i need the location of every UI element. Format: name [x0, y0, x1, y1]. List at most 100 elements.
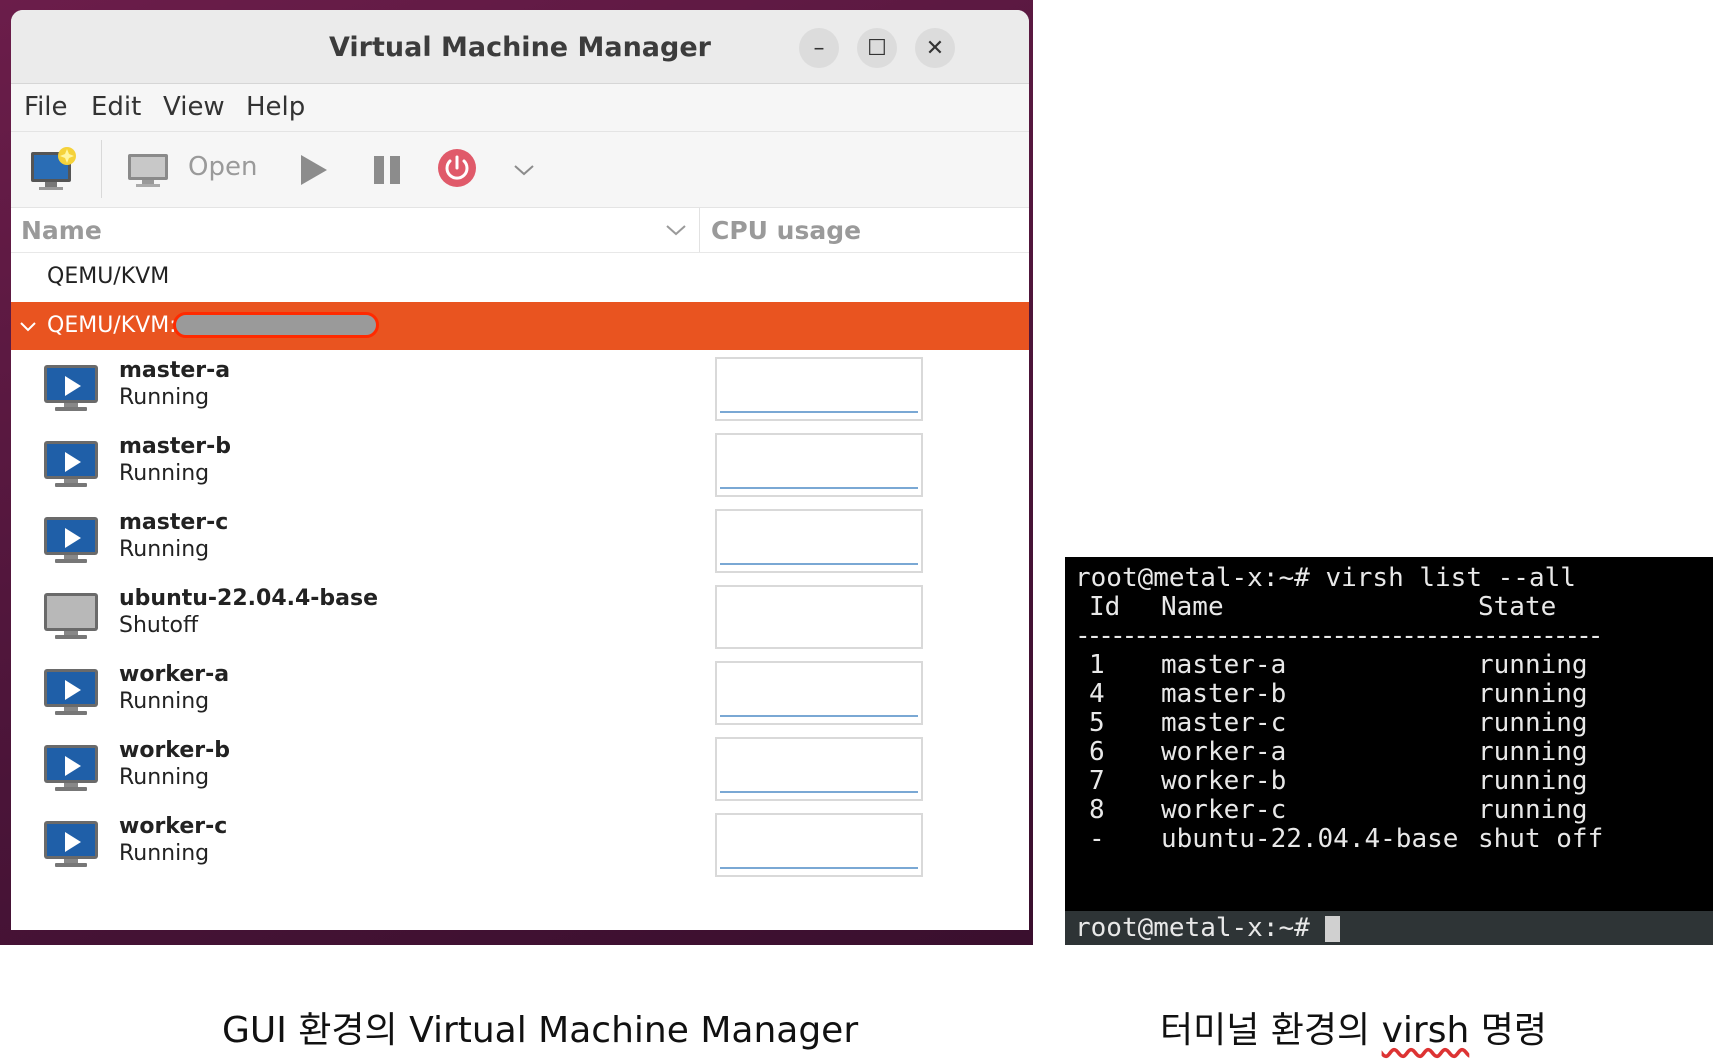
shutdown-menu-button[interactable]	[513, 162, 535, 181]
header-name: Name	[1161, 592, 1224, 622]
terminal-cell-id: 1	[1089, 650, 1105, 680]
cpu-usage-line	[720, 487, 918, 489]
terminal-command-line: root@metal-x:~# virsh list --all	[1075, 563, 1576, 593]
terminal-cell-id: -	[1089, 824, 1105, 854]
menu-help[interactable]: Help	[246, 92, 305, 122]
terminal-cell-id: 5	[1089, 708, 1105, 738]
menu-view[interactable]: View	[163, 92, 225, 122]
terminal-cell-state: running	[1478, 737, 1588, 767]
vm-name: worker-a	[119, 662, 230, 687]
connection-row[interactable]: QEMU/KVM	[11, 253, 1029, 302]
chevron-down-icon	[514, 165, 534, 176]
monitor-icon	[128, 154, 168, 187]
vm-name: worker-b	[119, 738, 230, 763]
sort-chevron-icon[interactable]	[665, 222, 687, 241]
cpu-usage-graph	[715, 585, 923, 649]
close-button[interactable]: ✕	[915, 28, 955, 68]
terminal-prompt-bar: root@metal-x:~#	[1065, 911, 1713, 945]
cpu-usage-line	[720, 411, 918, 413]
vm-running-icon	[44, 745, 98, 791]
vm-name: master-c	[119, 510, 229, 535]
new-vm-button[interactable]	[29, 146, 79, 196]
vm-name: worker-c	[119, 814, 228, 839]
vm-row[interactable]: master-a Running	[11, 354, 1029, 424]
cpu-usage-graph	[715, 509, 923, 573]
connection-label: QEMU/KVM:	[47, 313, 177, 338]
cpu-column-header[interactable]: CPU usage	[711, 216, 861, 245]
expander-chevron-icon[interactable]	[19, 318, 37, 337]
play-icon	[301, 155, 327, 185]
terminal-cell-name: worker-a	[1161, 737, 1287, 767]
power-icon	[438, 149, 476, 187]
terminal-cell-state: running	[1478, 650, 1588, 680]
terminal-cell-state: running	[1478, 679, 1588, 709]
terminal-cell-name: master-c	[1161, 708, 1287, 738]
vmm-window: Virtual Machine Manager – ☐ ✕ File Edit …	[11, 10, 1029, 930]
open-button[interactable]	[127, 152, 169, 192]
vm-status: Running	[119, 765, 210, 790]
vm-running-icon	[44, 441, 98, 487]
vm-row[interactable]: master-b Running	[11, 430, 1029, 500]
menu-edit[interactable]: Edit	[91, 92, 141, 122]
minimize-button[interactable]: –	[799, 28, 839, 68]
terminal-cell-name: master-a	[1161, 650, 1287, 680]
connection-label: QEMU/KVM	[47, 264, 170, 289]
name-column-header[interactable]: Name	[21, 216, 102, 245]
vm-shutoff-icon	[44, 593, 98, 639]
vm-status: Running	[119, 461, 210, 486]
cpu-usage-line	[720, 867, 918, 869]
maximize-button[interactable]: ☐	[857, 28, 897, 68]
vm-row[interactable]: worker-c Running	[11, 810, 1029, 880]
terminal-cell-state: running	[1478, 766, 1588, 796]
cpu-usage-graph	[715, 357, 923, 421]
terminal-cell-name: worker-c	[1161, 795, 1287, 825]
cpu-usage-graph	[715, 737, 923, 801]
vm-running-icon	[44, 517, 98, 563]
terminal-cell-id: 6	[1089, 737, 1105, 767]
terminal-cell-id: 8	[1089, 795, 1105, 825]
vm-name: ubuntu-22.04.4-base	[119, 586, 379, 611]
open-label[interactable]: Open	[188, 152, 257, 182]
cpu-usage-graph	[715, 433, 923, 497]
terminal-cell-name: ubuntu-22.04.4-base	[1161, 824, 1459, 854]
toolbar-separator	[101, 140, 102, 198]
header-state: State	[1478, 592, 1557, 622]
column-divider	[699, 208, 700, 252]
toolbar: Open	[11, 132, 1029, 208]
menu-file[interactable]: File	[24, 92, 68, 122]
vm-status: Running	[119, 385, 210, 410]
menu-bar: File Edit View Help	[11, 84, 1029, 132]
vm-list: master-a Running master-b Running master-c Ru…	[11, 354, 1029, 877]
terminal-cell-id: 4	[1089, 679, 1105, 709]
vm-running-icon	[44, 365, 98, 411]
terminal-window[interactable]: root@metal-x:~# virsh list --all Id Name…	[1065, 557, 1713, 945]
vm-row[interactable]: master-c Running	[11, 506, 1029, 576]
vm-row[interactable]: worker-a Running	[11, 658, 1029, 728]
terminal-cell-state: running	[1478, 708, 1588, 738]
vm-running-icon	[44, 669, 98, 715]
cpu-usage-graph	[715, 813, 923, 877]
vm-name: master-b	[119, 434, 232, 459]
terminal-cell-name: master-b	[1161, 679, 1287, 709]
shutdown-button[interactable]	[437, 148, 477, 192]
terminal-cell-state: shut off	[1478, 824, 1604, 854]
run-button[interactable]	[299, 154, 329, 190]
pause-icon	[374, 156, 400, 184]
vm-running-icon	[44, 821, 98, 867]
terminal-cell-name: worker-b	[1161, 766, 1287, 796]
vm-row[interactable]: ubuntu-22.04.4-base Shutoff	[11, 582, 1029, 652]
pause-button[interactable]	[373, 155, 401, 189]
connection-row-selected[interactable]: QEMU/KVM:	[11, 302, 1029, 350]
cpu-usage-line	[720, 791, 918, 793]
cpu-usage-graph	[715, 661, 923, 725]
terminal-cell-state: running	[1478, 795, 1588, 825]
vm-row[interactable]: worker-b Running	[11, 734, 1029, 804]
new-vm-icon	[31, 147, 76, 190]
cpu-usage-line	[720, 563, 918, 565]
title-bar: Virtual Machine Manager – ☐ ✕	[11, 10, 1029, 84]
vm-status: Running	[119, 689, 210, 714]
caption-left: GUI 환경의 Virtual Machine Manager	[222, 1010, 859, 1051]
terminal-prompt: root@metal-x:~#	[1075, 913, 1341, 943]
vm-status: Running	[119, 537, 210, 562]
desktop-background: Virtual Machine Manager – ☐ ✕ File Edit …	[0, 0, 1033, 945]
